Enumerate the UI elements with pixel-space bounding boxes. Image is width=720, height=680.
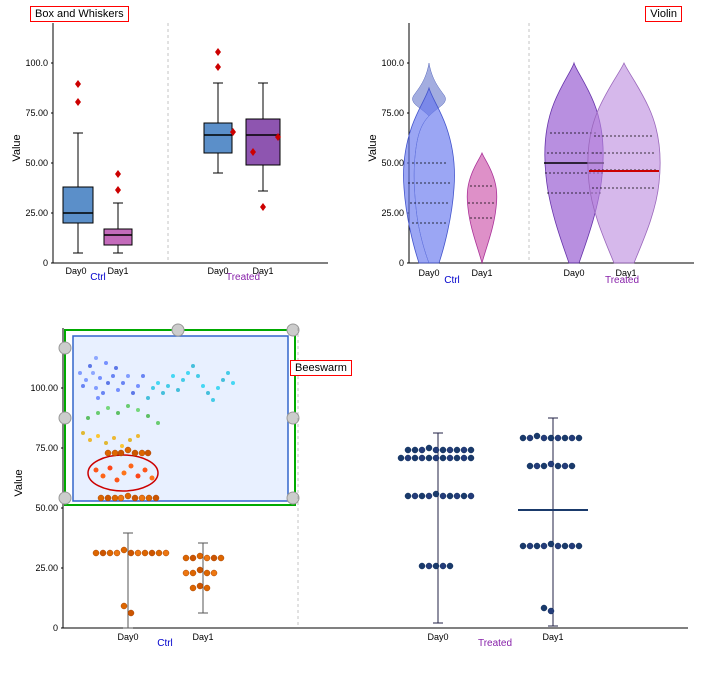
svg-text:Day1: Day1 bbox=[192, 632, 213, 642]
svg-text:25.00: 25.00 bbox=[381, 208, 404, 218]
svg-text:50.00: 50.00 bbox=[381, 158, 404, 168]
svg-text:Day1: Day1 bbox=[471, 268, 492, 278]
svg-text:100.0: 100.0 bbox=[25, 58, 48, 68]
svg-text:Day1: Day1 bbox=[615, 268, 636, 278]
box-whiskers-svg: Value 0 25.00 50.00 75.00 100.0 bbox=[8, 8, 348, 303]
svg-text:50.00: 50.00 bbox=[25, 158, 48, 168]
svg-text:Day1: Day1 bbox=[542, 632, 563, 642]
svg-text:100.0: 100.0 bbox=[381, 58, 404, 68]
main-container: Box and Whiskers Value 0 25.00 50.00 75.… bbox=[0, 0, 720, 680]
y-axis-label: Value bbox=[11, 134, 23, 161]
box-whiskers-panel: Box and Whiskers Value 0 25.00 50.00 75.… bbox=[0, 0, 356, 310]
svg-text:100.00: 100.00 bbox=[30, 383, 58, 393]
svg-text:0: 0 bbox=[43, 258, 48, 268]
svg-text:25.00: 25.00 bbox=[25, 208, 48, 218]
violin-title: Violin bbox=[645, 6, 682, 22]
svg-text:Day0: Day0 bbox=[207, 266, 228, 276]
violin-svg: Value 0 25.00 50.00 75.00 100.0 bbox=[364, 8, 714, 303]
svg-text:Day0: Day0 bbox=[65, 266, 86, 276]
svg-text:Ctrl: Ctrl bbox=[444, 275, 460, 286]
violin-panel: Violin Value 0 25.00 50.00 75.00 100.0 bbox=[356, 0, 720, 310]
svg-text:75.00: 75.00 bbox=[381, 108, 404, 118]
svg-text:Day0: Day0 bbox=[117, 632, 138, 642]
svg-text:Day1: Day1 bbox=[107, 266, 128, 276]
svg-text:Ctrl: Ctrl bbox=[157, 638, 173, 649]
svg-text:75.00: 75.00 bbox=[35, 443, 58, 453]
beeswarm-svg: Value 0 25.00 50.00 75.00 100.00 bbox=[8, 318, 708, 673]
beeswarm-panel: Beeswarm Value 0 25.00 50.00 75.00 100.0… bbox=[0, 310, 720, 680]
svg-text:Value: Value bbox=[13, 469, 25, 496]
svg-text:75.00: 75.00 bbox=[25, 108, 48, 118]
ctrl-label: Ctrl bbox=[90, 272, 106, 283]
svg-text:0: 0 bbox=[53, 623, 58, 633]
svg-text:50.00: 50.00 bbox=[35, 503, 58, 513]
svg-text:0: 0 bbox=[399, 258, 404, 268]
beeswarm-title: Beeswarm bbox=[290, 360, 352, 376]
svg-text:25.00: 25.00 bbox=[35, 563, 58, 573]
svg-text:Day0: Day0 bbox=[427, 632, 448, 642]
svg-text:Treated: Treated bbox=[478, 638, 512, 649]
svg-text:Value: Value bbox=[367, 134, 379, 161]
svg-text:Day0: Day0 bbox=[418, 268, 439, 278]
svg-text:Day0: Day0 bbox=[563, 268, 584, 278]
box-whiskers-title: Box and Whiskers bbox=[30, 6, 129, 22]
svg-text:Day1: Day1 bbox=[252, 266, 273, 276]
